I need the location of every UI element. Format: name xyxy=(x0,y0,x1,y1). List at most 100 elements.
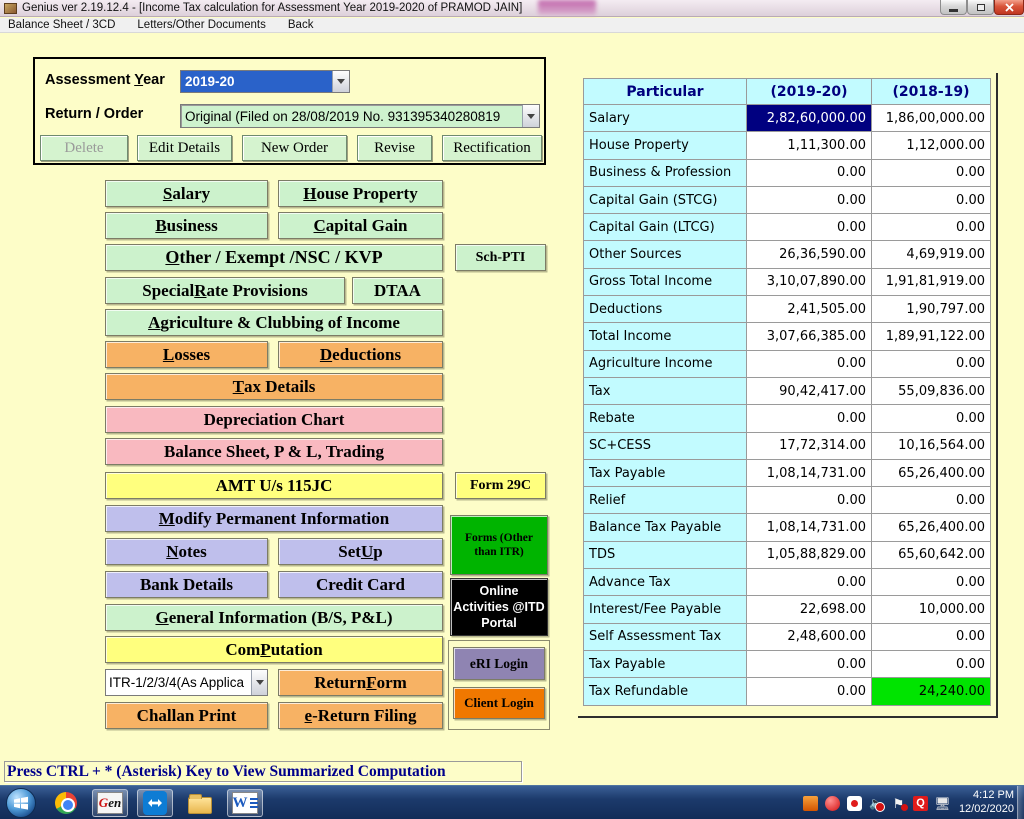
table-cell[interactable]: Relief xyxy=(584,487,747,514)
general-information-button[interactable]: General Information (B/S, P&L) xyxy=(105,604,443,631)
depreciation-chart-button[interactable]: Depreciation Chart xyxy=(105,406,443,433)
table-cell[interactable]: 0.00 xyxy=(872,350,991,377)
table-cell[interactable]: 0.00 xyxy=(872,623,991,650)
taskbar-word-icon[interactable]: W xyxy=(227,789,263,817)
house-property-button[interactable]: House Property xyxy=(278,180,443,207)
table-cell[interactable]: 0.00 xyxy=(872,214,991,241)
assessment-year-select[interactable]: 2019-20 xyxy=(180,70,350,93)
table-cell[interactable]: 1,91,81,919.00 xyxy=(872,268,991,295)
table-cell[interactable]: 1,08,14,731.00 xyxy=(747,514,872,541)
taskbar-clock[interactable]: 4:12 PM 12/02/2020 xyxy=(952,788,1014,818)
table-cell[interactable]: 1,89,91,122.00 xyxy=(872,323,991,350)
table-cell[interactable]: Capital Gain (STCG) xyxy=(584,186,747,213)
table-cell[interactable]: 1,08,14,731.00 xyxy=(747,459,872,486)
other-exempt-nsc-kvp-button[interactable]: Other / Exempt /NSC / KVP xyxy=(105,244,443,271)
table-cell[interactable]: Balance Tax Payable xyxy=(584,514,747,541)
online-activities-itd-portal-button[interactable]: Online Activities @ITD Portal xyxy=(450,578,548,636)
menu-balance-sheet-3cd[interactable]: Balance Sheet / 3CD xyxy=(8,19,115,31)
menu-back[interactable]: Back xyxy=(288,19,314,31)
table-cell[interactable]: Tax Payable xyxy=(584,650,747,677)
table-cell[interactable]: 65,26,400.00 xyxy=(872,514,991,541)
table-cell[interactable]: Interest/Fee Payable xyxy=(584,596,747,623)
table-cell[interactable]: 0.00 xyxy=(872,405,991,432)
table-cell[interactable]: 0.00 xyxy=(747,569,872,596)
table-cell[interactable]: 1,12,000.00 xyxy=(872,132,991,159)
rectification-button[interactable]: Rectification xyxy=(442,135,542,161)
losses-button[interactable]: Losses xyxy=(105,341,268,368)
table-cell[interactable]: Tax Refundable xyxy=(584,678,747,705)
salary-button[interactable]: Salary xyxy=(105,180,268,207)
close-button[interactable] xyxy=(994,0,1024,15)
table-cell[interactable]: 1,90,797.00 xyxy=(872,296,991,323)
table-cell[interactable]: 3,07,66,385.00 xyxy=(747,323,872,350)
table-cell[interactable]: SC+CESS xyxy=(584,432,747,459)
table-cell[interactable]: 10,16,564.00 xyxy=(872,432,991,459)
tray-quickheal-icon[interactable]: Q xyxy=(913,796,928,811)
credit-card-button[interactable]: Credit Card xyxy=(278,571,443,598)
table-cell[interactable]: 1,86,00,000.00 xyxy=(872,105,991,132)
return-form-button[interactable]: Return Form xyxy=(278,669,443,696)
table-cell[interactable]: 0.00 xyxy=(747,214,872,241)
special-rate-provisions-button[interactable]: Special Rate Provisions xyxy=(105,277,345,304)
table-cell[interactable]: Other Sources xyxy=(584,241,747,268)
form-29c-button[interactable]: Form 29C xyxy=(455,472,546,499)
table-cell[interactable]: Salary xyxy=(584,105,747,132)
sch-pti-button[interactable]: Sch-PTI xyxy=(455,244,546,271)
table-cell[interactable]: 26,36,590.00 xyxy=(747,241,872,268)
table-cell[interactable]: 0.00 xyxy=(747,405,872,432)
itr-form-select[interactable]: ITR-1/2/3/4(As Applica xyxy=(105,669,268,696)
table-cell[interactable]: 65,26,400.00 xyxy=(872,459,991,486)
chevron-down-icon[interactable] xyxy=(251,670,267,695)
volume-muted-icon[interactable]: 🔈 xyxy=(869,796,884,811)
menu-letters-other-documents[interactable]: Letters/Other Documents xyxy=(137,19,265,31)
eri-login-button[interactable]: eRI Login xyxy=(453,647,545,680)
table-cell[interactable]: 0.00 xyxy=(747,186,872,213)
table-cell[interactable]: 10,000.00 xyxy=(872,596,991,623)
agriculture-clubbing-button[interactable]: Agriculture & Clubbing of Income xyxy=(105,309,443,336)
forms-other-than-itr-button[interactable]: Forms (Other than ITR) xyxy=(450,515,548,575)
start-button[interactable] xyxy=(6,788,36,818)
table-cell[interactable]: 0.00 xyxy=(872,650,991,677)
business-button[interactable]: Business xyxy=(105,212,268,239)
return-order-select[interactable]: Original (Filed on 28/08/2019 No. 931395… xyxy=(180,104,540,128)
chevron-down-icon[interactable] xyxy=(522,105,539,127)
table-cell[interactable]: 0.00 xyxy=(747,650,872,677)
setup-button[interactable]: SetUp xyxy=(278,538,443,565)
table-cell[interactable]: 17,72,314.00 xyxy=(747,432,872,459)
tray-app-icon[interactable] xyxy=(803,796,818,811)
table-cell[interactable]: 0.00 xyxy=(872,487,991,514)
table-cell[interactable]: 2,82,60,000.00 xyxy=(747,105,872,132)
table-cell[interactable]: 0.00 xyxy=(747,678,872,705)
taskbar-chrome-icon[interactable] xyxy=(48,789,84,817)
table-cell[interactable]: TDS xyxy=(584,541,747,568)
revise-button[interactable]: Revise xyxy=(357,135,432,161)
table-cell[interactable]: 1,05,88,829.00 xyxy=(747,541,872,568)
show-desktop-button[interactable] xyxy=(1017,786,1024,819)
table-cell[interactable]: Agriculture Income xyxy=(584,350,747,377)
table-cell[interactable]: 1,11,300.00 xyxy=(747,132,872,159)
taskbar-teamviewer-icon[interactable] xyxy=(137,789,173,817)
table-cell[interactable]: 55,09,836.00 xyxy=(872,377,991,404)
table-cell[interactable]: 0.00 xyxy=(872,159,991,186)
challan-print-button[interactable]: Challan Print xyxy=(105,702,268,729)
table-cell[interactable]: Rebate xyxy=(584,405,747,432)
deductions-button[interactable]: Deductions xyxy=(278,341,443,368)
table-cell[interactable]: Capital Gain (LTCG) xyxy=(584,214,747,241)
table-cell[interactable]: 90,42,417.00 xyxy=(747,377,872,404)
table-cell[interactable]: 0.00 xyxy=(872,186,991,213)
e-return-filing-button[interactable]: e-Return Filing xyxy=(278,702,443,729)
new-order-button[interactable]: New Order xyxy=(242,135,347,161)
dtaa-button[interactable]: DTAA xyxy=(352,277,443,304)
table-cell[interactable]: 4,69,919.00 xyxy=(872,241,991,268)
table-cell[interactable]: Tax xyxy=(584,377,747,404)
bank-details-button[interactable]: Bank Details xyxy=(105,571,268,598)
client-login-button[interactable]: Client Login xyxy=(453,687,545,719)
chevron-down-icon[interactable] xyxy=(332,71,349,92)
minimize-button[interactable] xyxy=(940,0,967,15)
table-cell[interactable]: 24,240.00 xyxy=(872,678,991,705)
tray-notification-icon[interactable] xyxy=(847,796,862,811)
table-cell[interactable]: 0.00 xyxy=(747,487,872,514)
taskbar-genius-icon[interactable]: Gen xyxy=(92,789,128,817)
taskbar-explorer-icon[interactable] xyxy=(182,789,218,817)
table-cell[interactable]: 22,698.00 xyxy=(747,596,872,623)
